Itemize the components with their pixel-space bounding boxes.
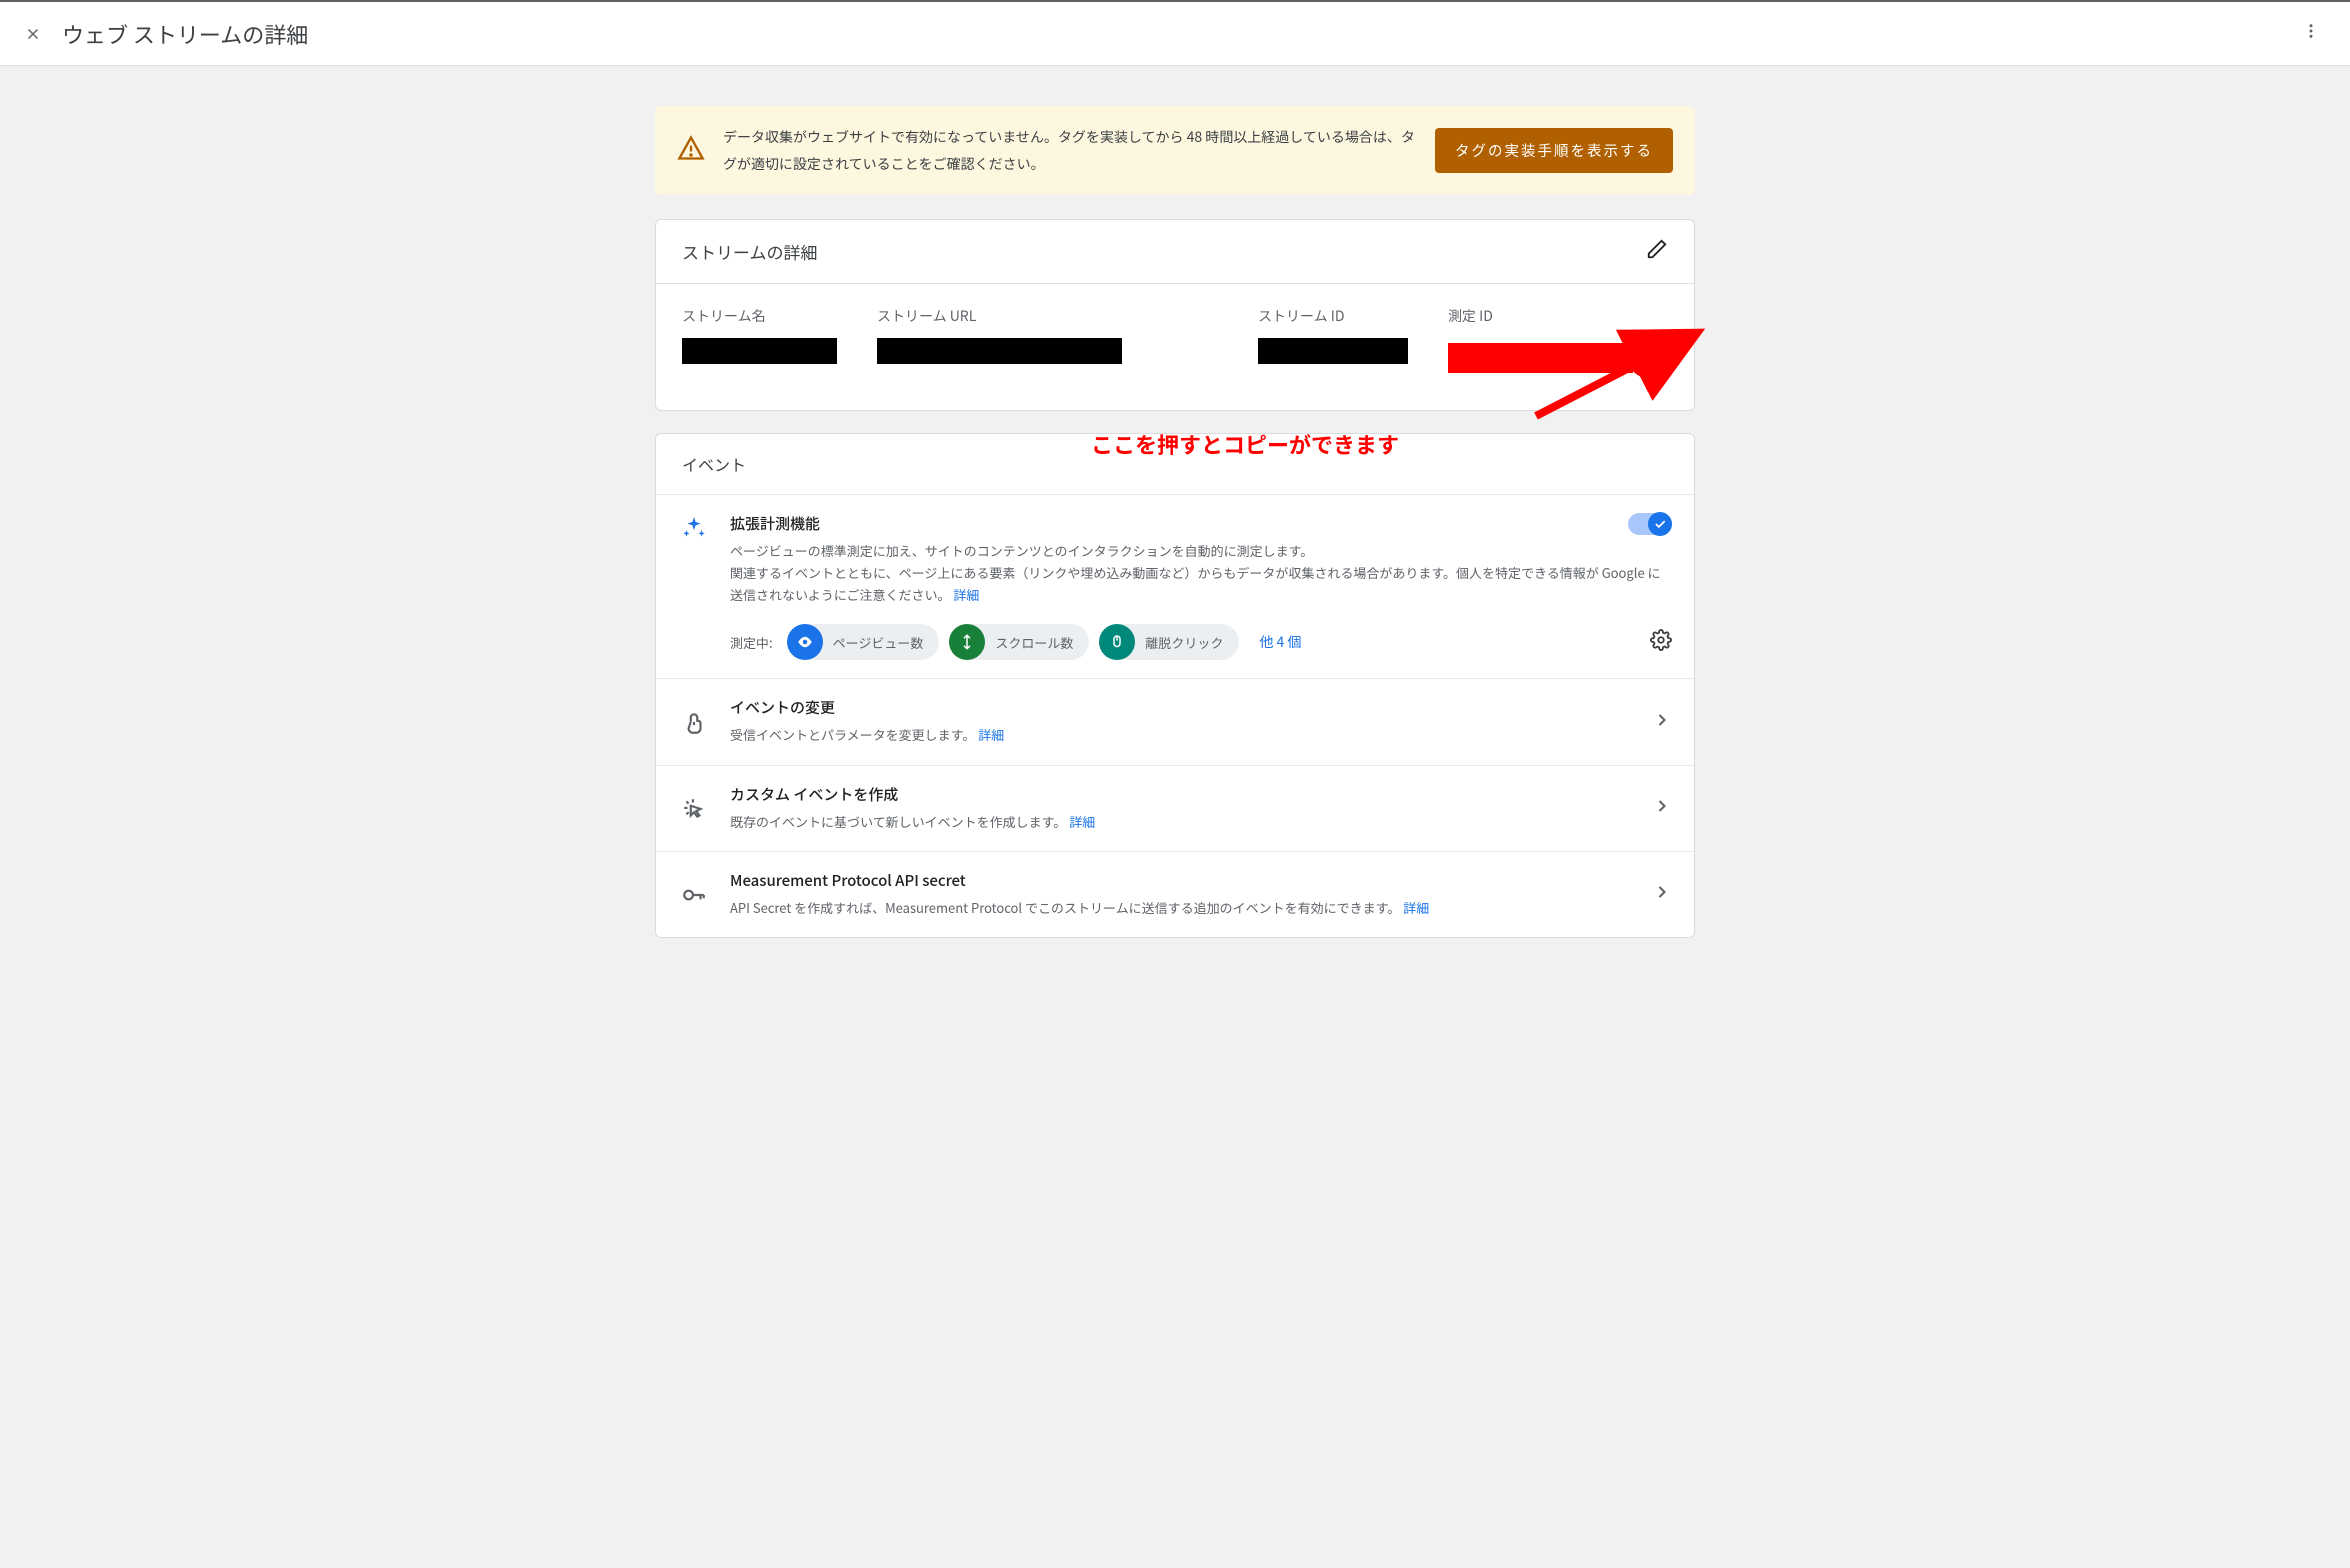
- close-icon[interactable]: [24, 25, 42, 43]
- chip-scroll: スクロール数: [949, 624, 1089, 660]
- chip-outbound: 離脱クリック: [1099, 624, 1239, 660]
- stream-details-title: ストリームの詳細: [682, 239, 818, 264]
- mp-secret-desc-text: API Secret を作成すれば、Measurement Protocol で…: [730, 898, 1400, 917]
- custom-events-link[interactable]: 詳細: [1069, 812, 1095, 831]
- stream-id-value-redacted: [1258, 338, 1408, 364]
- stream-id-label: ストリーム ID: [1258, 306, 1408, 326]
- edit-icon[interactable]: [1646, 238, 1668, 265]
- modify-events-title: イベントの変更: [730, 697, 1632, 718]
- gear-icon[interactable]: [1650, 629, 1672, 656]
- events-title: イベント: [682, 452, 746, 476]
- touch-icon: [678, 708, 710, 736]
- cursor-click-icon: [678, 794, 710, 822]
- page-header: ウェブ ストリームの詳細: [0, 2, 2350, 66]
- mp-secret-title: Measurement Protocol API secret: [730, 870, 1632, 891]
- custom-events-desc-text: 既存のイベントに基づいて新しいイベントを作成します。: [730, 812, 1066, 831]
- modify-events-link[interactable]: 詳細: [978, 725, 1004, 744]
- plus-others-link[interactable]: 他 4 個: [1249, 632, 1311, 652]
- mouse-icon: [1099, 624, 1135, 660]
- enhanced-measurement-detail-link[interactable]: 詳細: [953, 585, 979, 604]
- chip-outbound-label: 離脱クリック: [1145, 633, 1223, 652]
- details-row: ストリーム名 ストリーム URL ストリーム ID 測定 ID: [656, 284, 1694, 410]
- custom-events-title: カスタム イベントを作成: [730, 784, 1632, 805]
- modify-events-desc: 受信イベントとパラメータを変更します。 詳細: [730, 724, 1632, 746]
- modify-events-desc-text: 受信イベントとパラメータを変更します。: [730, 725, 975, 744]
- stream-name-label: ストリーム名: [682, 306, 837, 326]
- em-desc2: 関連するイベントとともに、ページ上にある要素（リンクや埋め込み動画など）からもデ…: [730, 563, 1661, 604]
- scroll-icon: [949, 624, 985, 660]
- chip-scroll-label: スクロール数: [995, 633, 1073, 652]
- chip-pageview-label: ページビュー数: [833, 633, 924, 652]
- alert-text: データ収集がウェブサイトで有効になっていません。タグを実装してから 48 時間以…: [723, 124, 1417, 177]
- chevron-right-icon: [1652, 882, 1672, 907]
- enhanced-measurement-desc: ページビューの標準測定に加え、サイトのコンテンツとのインタラクションを自動的に測…: [730, 540, 1672, 606]
- enhanced-measurement-toggle[interactable]: [1628, 513, 1672, 535]
- measurement-id-value-redacted: [1448, 343, 1633, 373]
- stream-details-card: ストリームの詳細 ストリーム名 ストリーム URL ストリーム ID 測定 ID: [655, 219, 1695, 411]
- warning-icon: [677, 134, 705, 167]
- stream-name-value-redacted: [682, 338, 837, 364]
- chip-pageview: ページビュー数: [787, 624, 940, 660]
- mp-secret-desc: API Secret を作成すれば、Measurement Protocol で…: [730, 897, 1632, 919]
- measurement-id-col: 測定 ID: [1448, 306, 1668, 378]
- measurement-id-label: 測定 ID: [1448, 306, 1668, 326]
- stream-url-value-redacted: [877, 338, 1122, 364]
- eye-icon: [787, 624, 823, 660]
- copy-icon[interactable]: [1628, 338, 1668, 378]
- measuring-chips: 測定中: ページビュー数 スクロール数 離脱クリック 他 4 個: [730, 624, 1672, 660]
- chevron-right-icon: [1652, 796, 1672, 821]
- modify-events-row[interactable]: イベントの変更 受信イベントとパラメータを変更します。 詳細: [656, 679, 1694, 765]
- enhanced-measurement-title: 拡張計測機能: [730, 513, 1672, 534]
- mp-secret-link[interactable]: 詳細: [1403, 898, 1429, 917]
- alert-banner: データ収集がウェブサイトで有効になっていません。タグを実装してから 48 時間以…: [655, 106, 1695, 195]
- measuring-label: 測定中:: [730, 633, 773, 652]
- card-header: ストリームの詳細: [656, 220, 1694, 284]
- stream-url-label: ストリーム URL: [877, 306, 1218, 326]
- chevron-right-icon: [1652, 710, 1672, 735]
- stream-id-col: ストリーム ID: [1258, 306, 1408, 378]
- events-header: イベント: [656, 434, 1694, 495]
- events-card: ここを押すとコピーができます イベント 拡張計測機能 ページビューの標準測定に加…: [655, 433, 1695, 938]
- em-desc1: ページビューの標準測定に加え、サイトのコンテンツとのインタラクションを自動的に測…: [730, 541, 1313, 560]
- key-icon: [678, 880, 710, 908]
- enhanced-measurement-row: 拡張計測機能 ページビューの標準測定に加え、サイトのコンテンツとのインタラクショ…: [656, 495, 1694, 679]
- mp-secret-row[interactable]: Measurement Protocol API secret API Secr…: [656, 852, 1694, 937]
- custom-events-row[interactable]: カスタム イベントを作成 既存のイベントに基づいて新しいイベントを作成します。 …: [656, 766, 1694, 852]
- page-title: ウェブ ストリームの詳細: [62, 18, 308, 50]
- content: データ収集がウェブサイトで有効になっていません。タグを実装してから 48 時間以…: [655, 106, 1695, 938]
- custom-events-desc: 既存のイベントに基づいて新しいイベントを作成します。 詳細: [730, 811, 1632, 833]
- show-tag-instructions-button[interactable]: タグの実装手順を表示する: [1435, 128, 1673, 173]
- stream-url-col: ストリーム URL: [877, 306, 1218, 378]
- more-icon[interactable]: [2296, 16, 2326, 51]
- sparkle-icon: [678, 513, 710, 541]
- stream-name-col: ストリーム名: [682, 306, 837, 378]
